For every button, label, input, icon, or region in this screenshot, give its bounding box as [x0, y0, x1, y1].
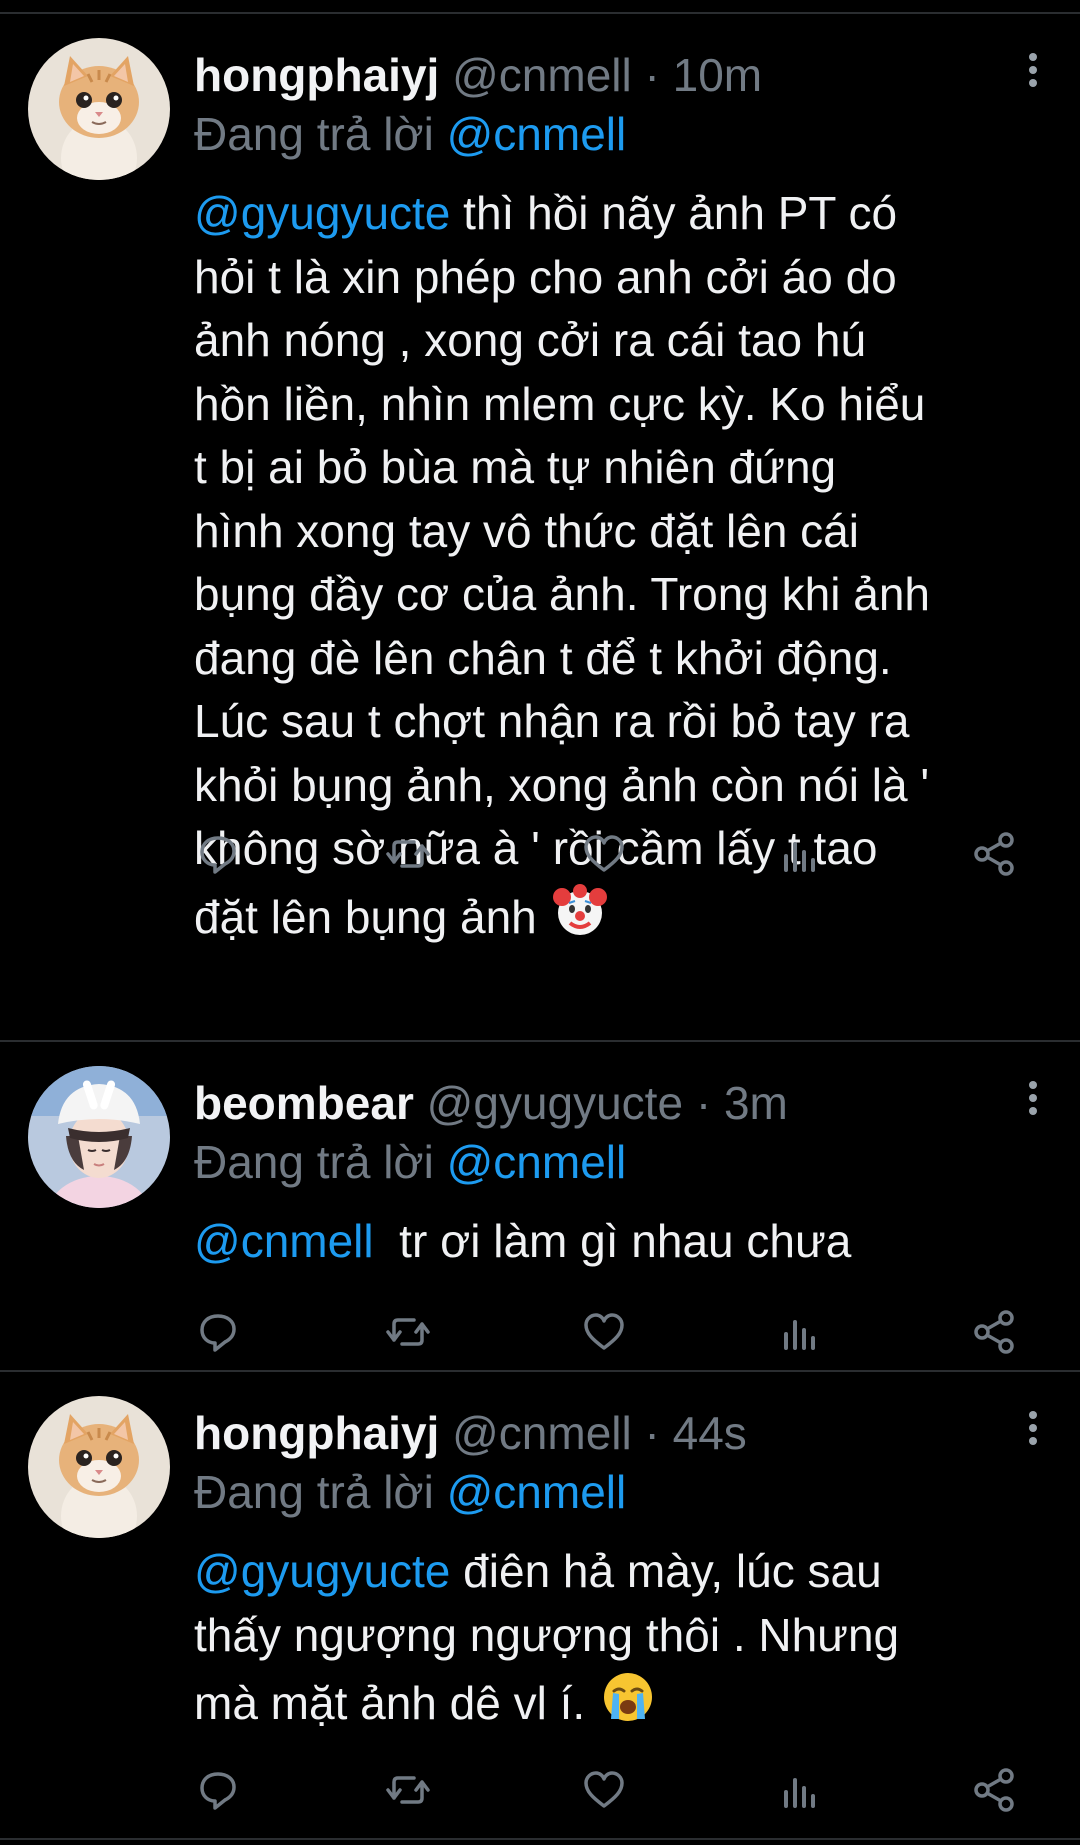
- orange-kitten-avatar[interactable]: [28, 38, 170, 180]
- tweet[interactable]: hongphaiyj @cnmell · 44s Đang trả lời @c…: [0, 1372, 1080, 1838]
- text-line: @gyugyucte thì hồi nãy ảnh PT có: [194, 187, 898, 239]
- text-line: @cnmell tr ơi làm gì nhau chưa: [194, 1215, 852, 1267]
- text-line: t bị ai bỏ bùa mà tự nhiên đứng: [194, 441, 837, 493]
- mention-link[interactable]: @gyugyucte: [194, 1545, 450, 1597]
- text-line: mà mặt ảnh dê vl í.: [194, 1667, 1054, 1736]
- text-line: đặt lên bụng ảnh: [194, 881, 1054, 950]
- top-divider: [0, 0, 1080, 14]
- retweet-icon[interactable]: [384, 1308, 432, 1356]
- retweet-icon[interactable]: [384, 830, 432, 878]
- text-line: Lúc sau t chợt nhận ra rồi bỏ tay ra: [194, 695, 910, 747]
- loudly-crying-face-emoji: [598, 1667, 658, 1727]
- more-options-icon[interactable]: [1022, 1408, 1044, 1448]
- retweet-icon[interactable]: [384, 1766, 432, 1814]
- tweet-header: hongphaiyj @cnmell · 10m: [194, 46, 970, 104]
- share-icon[interactable]: [970, 1766, 1018, 1814]
- separator-dot: ·: [644, 49, 660, 101]
- clown-face-emoji: [550, 881, 610, 941]
- display-name[interactable]: hongphaiyj: [194, 1407, 439, 1459]
- tweet-actions: [194, 1308, 1024, 1356]
- text-line: bụng đầy cơ của ảnh. Trong khi ảnh: [194, 568, 930, 620]
- timestamp[interactable]: 44s: [673, 1407, 747, 1459]
- reply-context: Đang trả lời @cnmell: [194, 1464, 626, 1520]
- text-line: thấy ngượng ngượng thôi . Nhưng: [194, 1608, 900, 1661]
- like-icon[interactable]: [580, 830, 628, 878]
- tweet-actions: [194, 1766, 1024, 1814]
- tweet-divider: [0, 1838, 1080, 1840]
- text-line: hỏi t là xin phép cho anh cởi áo do: [194, 250, 897, 303]
- more-options-icon[interactable]: [1022, 1078, 1044, 1118]
- tweet-text: @cnmell tr ơi làm gì nhau chưa: [194, 1210, 1054, 1274]
- orange-kitten-avatar[interactable]: [28, 1396, 170, 1538]
- reply-icon[interactable]: [194, 830, 242, 878]
- reply-icon[interactable]: [194, 1308, 242, 1356]
- tweet-header: hongphaiyj @cnmell · 44s: [194, 1404, 970, 1462]
- share-icon[interactable]: [970, 830, 1018, 878]
- views-icon[interactable]: [776, 1308, 824, 1356]
- reply-target-link[interactable]: @cnmell: [447, 1136, 627, 1188]
- person-in-white-hat-avatar[interactable]: [28, 1066, 170, 1208]
- separator-dot: ·: [695, 1077, 712, 1129]
- tweet[interactable]: hongphaiyj @cnmell · 10m Đang trả lời @c…: [0, 14, 1080, 1040]
- user-handle[interactable]: @cnmell: [452, 49, 632, 101]
- text-line: ảnh nóng , xong cởi ra cái tao hú: [194, 314, 867, 366]
- like-icon[interactable]: [580, 1308, 628, 1356]
- reply-target-link[interactable]: @cnmell: [447, 1466, 627, 1518]
- text-line: @gyugyucte điên hả mày, lúc sau: [194, 1545, 882, 1597]
- user-handle[interactable]: @gyugyucte: [427, 1077, 683, 1129]
- tweet-text: @gyugyucte điên hả mày, lúc sau thấy ngư…: [194, 1540, 1054, 1736]
- reply-context: Đang trả lời @cnmell: [194, 106, 626, 162]
- reply-target-link[interactable]: @cnmell: [447, 108, 627, 160]
- timestamp[interactable]: 3m: [724, 1077, 788, 1129]
- more-options-icon[interactable]: [1022, 50, 1044, 90]
- mention-link[interactable]: @gyugyucte: [194, 187, 450, 239]
- views-icon[interactable]: [776, 830, 824, 878]
- text-line: hồn liền, nhìn mlem cực kỳ. Ko hiểu: [194, 377, 926, 430]
- reply-prefix: Đang trả lời: [194, 108, 434, 160]
- text-line: hình xong tay vô thức đặt lên cái: [194, 504, 859, 557]
- reply-icon[interactable]: [194, 1766, 242, 1814]
- display-name[interactable]: beombear: [194, 1077, 414, 1129]
- share-icon[interactable]: [970, 1308, 1018, 1356]
- user-handle[interactable]: @cnmell: [452, 1407, 632, 1459]
- tweet[interactable]: beombear @gyugyucte · 3m Đang trả lời @c…: [0, 1042, 1080, 1370]
- display-name[interactable]: hongphaiyj: [194, 49, 439, 101]
- views-icon[interactable]: [776, 1766, 824, 1814]
- separator-dot: ·: [644, 1407, 660, 1459]
- timestamp[interactable]: 10m: [673, 49, 762, 101]
- reply-prefix: Đang trả lời: [194, 1136, 434, 1188]
- text-line: khỏi bụng ảnh, xong ảnh còn nói là ': [194, 758, 930, 811]
- reply-context: Đang trả lời @cnmell: [194, 1134, 626, 1190]
- tweet-actions: [194, 830, 1024, 878]
- tweet-header: beombear @gyugyucte · 3m: [194, 1074, 970, 1132]
- text-line: đang đè lên chân t để t khởi động.: [194, 631, 892, 684]
- reply-prefix: Đang trả lời: [194, 1466, 434, 1518]
- like-icon[interactable]: [580, 1766, 628, 1814]
- mention-link[interactable]: @cnmell: [194, 1215, 374, 1267]
